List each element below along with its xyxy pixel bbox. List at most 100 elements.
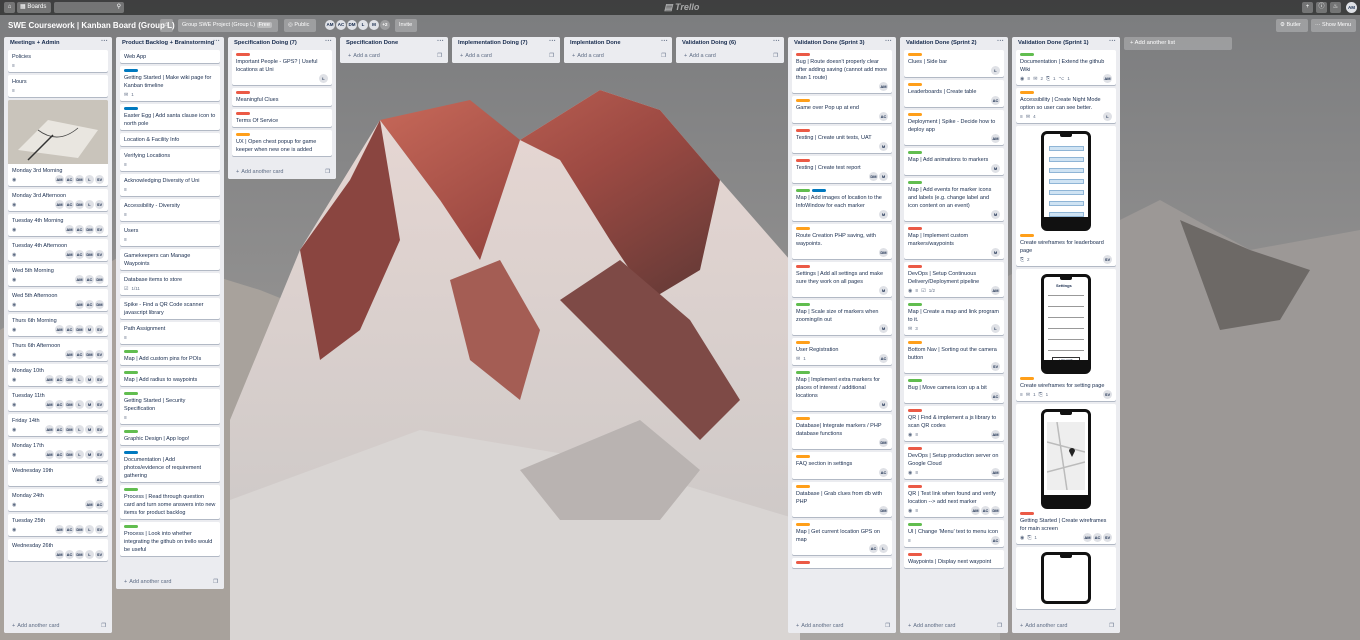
member-avatar[interactable]: DM	[347, 20, 357, 30]
list-title[interactable]: Implentation Done ···	[564, 37, 672, 50]
label-red[interactable]	[796, 129, 810, 132]
member-avatar[interactable]: M	[85, 450, 94, 459]
member-avatar[interactable]: AC	[85, 275, 94, 284]
card[interactable]: Wednesday 19th AC	[8, 464, 108, 486]
member-avatar[interactable]: DM	[75, 525, 84, 534]
card[interactable]: Thurs 6th Morning ◉ AM AC DM M SV	[8, 314, 108, 336]
add-list-button[interactable]: + Add another list	[1124, 37, 1232, 50]
card[interactable]: Getting Started | Create wireframes for …	[1016, 404, 1116, 544]
card[interactable]: Verifying Locations ≡	[120, 149, 220, 171]
card-template-icon[interactable]: ❐	[549, 53, 554, 59]
member-avatar[interactable]: AC	[879, 354, 888, 363]
member-avatar[interactable]: AM	[55, 325, 64, 334]
label-green[interactable]	[124, 488, 138, 491]
member-avatar[interactable]: M	[85, 425, 94, 434]
member-avatar[interactable]: SV	[95, 525, 104, 534]
label-green[interactable]	[908, 151, 922, 154]
member-avatar[interactable]: L	[319, 74, 328, 83]
label-orange[interactable]	[796, 455, 810, 458]
list-menu-icon[interactable]: ···	[437, 38, 444, 45]
member-avatar[interactable]: DM	[75, 175, 84, 184]
label-red[interactable]	[908, 265, 922, 268]
card[interactable]: Testing | Create unit tests, UAT M	[792, 126, 892, 153]
label-red[interactable]	[796, 561, 810, 564]
info-button[interactable]: ⓘ	[1316, 2, 1327, 13]
member-avatar[interactable]: M	[85, 400, 94, 409]
card[interactable]: Monday 3rd Afternoon ◉ AM AC DM L SV	[8, 189, 108, 211]
label-orange[interactable]	[908, 53, 922, 56]
label-green[interactable]	[908, 523, 922, 526]
add-card-button[interactable]: + Add a card ❐	[452, 51, 560, 63]
label-green[interactable]	[124, 430, 138, 433]
member-avatar[interactable]: M	[879, 142, 888, 151]
label-orange[interactable]	[908, 83, 922, 86]
card[interactable]: Route Creation PHP saving, with waypoint…	[792, 224, 892, 259]
label-blue[interactable]	[812, 189, 826, 192]
member-avatar[interactable]: M	[991, 210, 1000, 219]
add-card-button[interactable]: + Add another card ❐	[116, 577, 224, 589]
list-menu-icon[interactable]: ···	[1109, 38, 1116, 45]
member-avatar[interactable]: AM	[991, 134, 1000, 143]
card[interactable]: Path Assignment ≡	[120, 322, 220, 344]
card[interactable]: Policies ≡	[8, 50, 108, 72]
member-avatar[interactable]: DM	[991, 506, 1000, 515]
member-avatar[interactable]: AC	[879, 112, 888, 121]
member-avatar[interactable]: AM	[75, 275, 84, 284]
member-avatar[interactable]: M	[879, 210, 888, 219]
label-red[interactable]	[908, 485, 922, 488]
list-menu-icon[interactable]: ···	[101, 38, 108, 45]
card[interactable]: Documentation | Extend the github Wiki ◉ ≡…	[1016, 50, 1116, 85]
label-red[interactable]	[908, 227, 922, 230]
member-avatar[interactable]: AM	[45, 425, 54, 434]
member-avatar[interactable]: AC	[75, 250, 84, 259]
card[interactable]: QR | Test link when found and verify loc…	[904, 482, 1004, 517]
member-avatar[interactable]: SV	[1103, 390, 1112, 399]
card[interactable]: Tuesday 4th Afternoon ◉ AM AC DM SV	[8, 239, 108, 261]
card[interactable]: QR | Find & implement a js library to sc…	[904, 406, 1004, 441]
list-title[interactable]: Validation Doing (6) ···	[676, 37, 784, 50]
card[interactable]: DevOps | Setup Continuous Delivery/Deplo…	[904, 262, 1004, 297]
label-green[interactable]	[124, 371, 138, 374]
member-avatar[interactable]: SV	[95, 225, 104, 234]
card-template-icon[interactable]: ❐	[213, 579, 218, 585]
card[interactable]: Wed 5th Afternoon ◉ AM AC DM	[8, 289, 108, 311]
member-avatar[interactable]: SV	[95, 375, 104, 384]
list-menu-icon[interactable]: ···	[773, 38, 780, 45]
card-template-icon[interactable]: ❐	[325, 169, 330, 175]
list-title[interactable]: Validation Done (Sprint 1) ···	[1012, 37, 1120, 50]
list-title[interactable]: Specification Done ···	[340, 37, 448, 50]
label-orange[interactable]	[1020, 377, 1034, 380]
card[interactable]: User Registration ✉ 1 AC	[792, 338, 892, 365]
member-avatar[interactable]: AM	[85, 500, 94, 509]
card[interactable]: Terms Of Service	[232, 109, 332, 127]
list-title[interactable]: Validation Done (Sprint 3) ···	[788, 37, 896, 50]
card-template-icon[interactable]: ❐	[773, 53, 778, 59]
card[interactable]: Bottom Nav | Sorting out the camera butt…	[904, 338, 1004, 373]
add-card-button[interactable]: + Add another card ❐	[788, 621, 896, 633]
card[interactable]: Documentation | Add photos/evidence of r…	[120, 448, 220, 482]
member-avatar[interactable]: DM	[879, 248, 888, 257]
member-avatar[interactable]: AC	[879, 468, 888, 477]
label-green[interactable]	[908, 303, 922, 306]
member-avatar[interactable]: L	[991, 324, 1000, 333]
label-red[interactable]	[796, 159, 810, 162]
member-avatar[interactable]: M	[879, 172, 888, 181]
member-avatar[interactable]: DM	[65, 400, 74, 409]
label-green[interactable]	[796, 371, 810, 374]
list-menu-icon[interactable]: ···	[325, 38, 332, 45]
card[interactable]: SettingsLOG OUT Create wireframes for set…	[1016, 269, 1116, 401]
list-menu-icon[interactable]: ···	[549, 38, 556, 45]
member-avatar[interactable]: L	[991, 66, 1000, 75]
member-avatar[interactable]: AM	[75, 300, 84, 309]
member-avatar[interactable]: DM	[95, 300, 104, 309]
member-avatar[interactable]: M	[85, 325, 94, 334]
card[interactable]: Wednesday 26th AM AC DM L SV	[8, 539, 108, 561]
list-menu-icon[interactable]: ···	[661, 38, 668, 45]
card[interactable]: Monday 10th ◉ AM AC DM L M SV	[8, 364, 108, 386]
list-title[interactable]: Specification Doing (7) ···	[228, 37, 336, 50]
member-avatar[interactable]: SV	[95, 425, 104, 434]
member-avatar[interactable]: AC	[55, 400, 64, 409]
member-avatar[interactable]: DM	[85, 225, 94, 234]
member-avatar[interactable]: DM	[65, 450, 74, 459]
label-green[interactable]	[908, 181, 922, 184]
